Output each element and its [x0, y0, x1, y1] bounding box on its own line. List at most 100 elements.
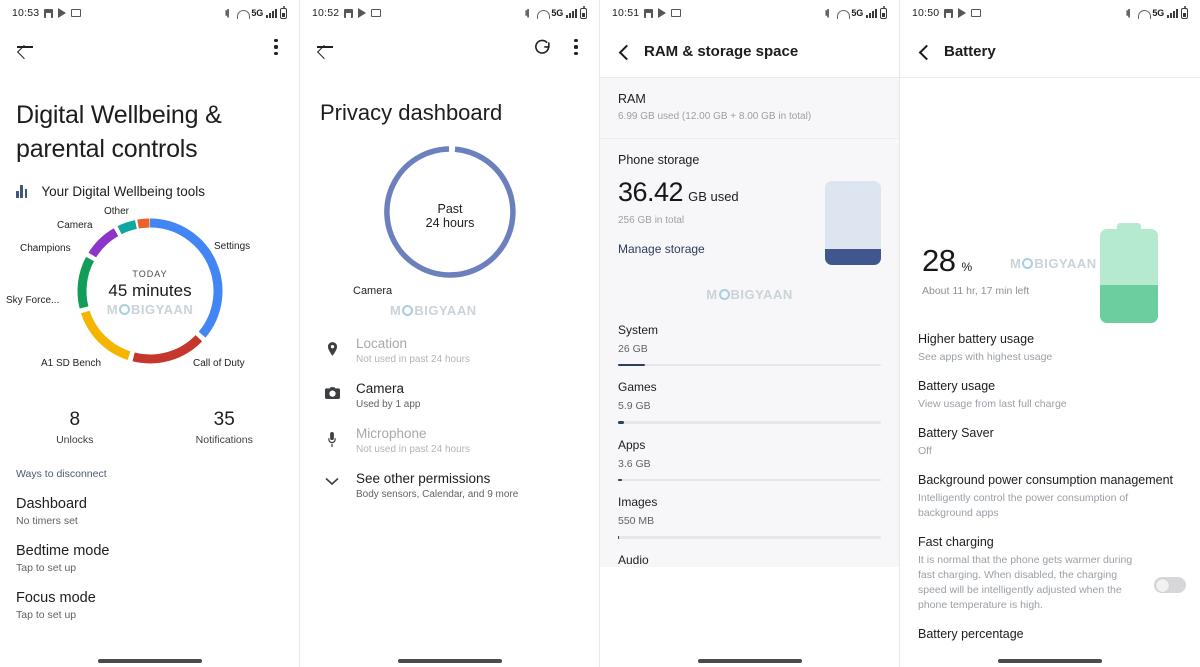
storage-summary: 36.42 GB used 256 GB in total Manage stor… — [600, 167, 899, 279]
wifi-icon — [537, 9, 551, 19]
home-pill[interactable] — [697, 659, 802, 663]
setting-title: Battery percentage — [918, 627, 1024, 641]
unlocks-value: 8 — [69, 409, 81, 430]
category-progress-track — [618, 421, 881, 424]
network-type-label: 5G — [851, 8, 863, 18]
list-item-subtitle: Tap to set up — [16, 609, 77, 621]
watermark-o-icon — [402, 305, 414, 316]
ring-label-camera: Camera — [353, 285, 393, 297]
setting-subtitle: View usage from last full charge — [918, 398, 1067, 410]
list-item-dashboard[interactable]: Dashboard No timers set — [0, 480, 299, 527]
storage-category-apps[interactable]: Apps 3.6 GB — [600, 423, 899, 482]
status-clock: 10:50 — [912, 7, 940, 19]
list-item-subtitle: No timers set — [16, 515, 78, 527]
ring-center-text: Past 24 hours — [382, 202, 518, 230]
donut-label-other: Other — [104, 206, 130, 217]
page-title: RAM & storage space — [644, 43, 799, 60]
wellbeing-tools-row[interactable]: Your Digital Wellbeing tools — [0, 166, 299, 199]
panel-digital-wellbeing: 10:53 5G Digital Wellbeing & parental co… — [0, 0, 300, 667]
category-name: Apps — [618, 437, 646, 452]
save-icon — [44, 8, 54, 18]
storage-category-images[interactable]: Images 550 MB — [600, 481, 899, 539]
category-size: 550 MB — [618, 515, 655, 528]
donut-label-a1sdbench: A1 SD Bench — [41, 358, 102, 369]
panel-battery: 10:50 5G Battery 28 % About 11 hr, 17 mi… — [900, 0, 1200, 667]
manage-storage-button[interactable]: Manage storage — [618, 242, 825, 256]
storage-category-games[interactable]: Games 5.9 GB — [600, 366, 899, 424]
navigation-bar[interactable] — [900, 659, 1200, 663]
counter-unlocks[interactable]: 8 Unlocks — [0, 409, 150, 446]
chevron-down-icon — [324, 471, 340, 486]
setting-higher-battery-usage[interactable]: Higher battery usage See apps with highe… — [900, 318, 1200, 365]
permission-row-microphone[interactable]: Microphone Not used in past 24 hours — [300, 410, 599, 455]
storage-fill-bar — [825, 249, 881, 265]
more-options-icon[interactable] — [267, 37, 285, 57]
watermark-prefix: M — [706, 286, 718, 302]
donut-label-settings: Settings — [214, 241, 251, 252]
network-type-label: 5G — [1152, 8, 1164, 18]
category-progress-track — [618, 536, 881, 539]
setting-title: Battery Saver — [918, 426, 994, 440]
notifications-value: 35 — [213, 409, 235, 430]
page-title: Privacy dashboard — [320, 100, 503, 125]
home-pill[interactable] — [97, 659, 202, 663]
category-name: Images — [618, 495, 658, 510]
counter-notifications[interactable]: 35 Notifications — [150, 409, 300, 446]
setting-battery-saver[interactable]: Battery Saver Off — [900, 412, 1200, 459]
donut-label-camera: Camera — [57, 220, 93, 231]
status-bar-left: 10:52 — [312, 7, 382, 19]
status-bar-right: 5G — [825, 5, 887, 19]
permission-row-see-other[interactable]: See other permissions Body sensors, Cale… — [300, 455, 599, 500]
setting-fast-charging[interactable]: Fast charging It is normal that the phon… — [900, 521, 1200, 613]
page-title: Digital Wellbeing & parental controls — [16, 101, 222, 163]
list-item-bedtime-mode[interactable]: Bedtime mode Tap to set up — [0, 527, 299, 574]
list-item-focus-mode[interactable]: Focus mode Tap to set up — [0, 574, 299, 621]
more-options-icon[interactable] — [567, 37, 585, 57]
setting-title: Fast charging — [918, 535, 994, 549]
storage-category-system[interactable]: System 26 GB — [600, 309, 899, 367]
fast-charging-toggle[interactable] — [1154, 577, 1186, 593]
status-clock: 10:52 — [312, 7, 340, 19]
refresh-icon[interactable] — [533, 37, 553, 57]
ring-period-line2: 24 hours — [425, 216, 475, 230]
permission-subtitle: Not used in past 24 hours — [356, 354, 470, 365]
wifi-icon — [837, 9, 851, 19]
battery-graphic — [1100, 223, 1158, 323]
setting-battery-usage[interactable]: Battery usage View usage from last full … — [900, 365, 1200, 412]
storage-used-unit: GB used — [688, 189, 739, 204]
storage-total: 256 GB in total — [618, 215, 685, 226]
save-icon — [344, 8, 354, 18]
back-chevron-icon[interactable] — [614, 42, 634, 62]
permission-subtitle: Body sensors, Calendar, and 9 more — [356, 489, 519, 500]
watermark-prefix: M — [1010, 256, 1022, 271]
category-name: Audio — [618, 552, 649, 567]
screen-time-donut-chart[interactable]: TODAY 45 minutes M BIGYAAN Other Camera C… — [0, 203, 299, 393]
permission-row-location[interactable]: Location Not used in past 24 hours — [300, 320, 599, 365]
storage-used-value: 36.42 — [618, 177, 684, 207]
back-arrow-icon[interactable] — [314, 36, 336, 58]
home-pill[interactable] — [998, 659, 1102, 663]
screenshot-grid: 10:53 5G Digital Wellbeing & parental co… — [0, 0, 1200, 667]
storage-category-audio[interactable]: Audio — [600, 538, 899, 567]
battery-percent-value: 28 — [922, 243, 956, 278]
setting-background-power-management[interactable]: Background power consumption management … — [900, 459, 1200, 521]
permission-row-camera[interactable]: Camera Used by 1 app — [300, 365, 599, 410]
status-bar-left: 10:53 — [12, 7, 82, 19]
setting-subtitle: Off — [918, 445, 932, 457]
battery-icon — [1181, 5, 1188, 19]
back-arrow-icon[interactable] — [14, 36, 36, 58]
privacy-usage-ring-chart[interactable]: Past 24 hours Camera M BIGYAAN — [300, 140, 599, 320]
back-chevron-icon[interactable] — [914, 42, 934, 62]
setting-battery-percentage[interactable]: Battery percentage — [900, 613, 1200, 641]
ring-period-line1: Past — [437, 202, 463, 216]
navigation-bar[interactable] — [0, 659, 299, 663]
ram-title: RAM — [618, 92, 646, 106]
ram-block[interactable]: RAM 6.99 GB used (12.00 GB + 8.00 GB in … — [600, 78, 899, 139]
home-pill[interactable] — [397, 659, 502, 663]
location-pin-icon — [324, 336, 340, 356]
play-store-icon — [358, 8, 367, 18]
navigation-bar[interactable] — [600, 659, 899, 663]
navigation-bar[interactable] — [300, 659, 599, 663]
watermark-o-icon — [119, 304, 131, 315]
battery-time-left: About 11 hr, 17 min left — [922, 285, 1030, 297]
